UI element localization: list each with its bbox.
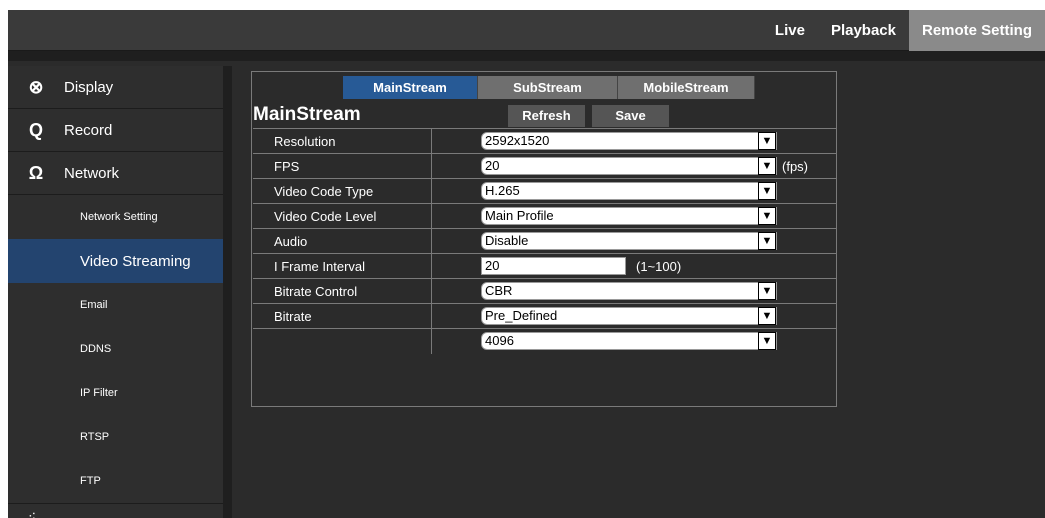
bitrate-control-select[interactable]: CBR ▼ (481, 282, 777, 300)
audio-select[interactable]: Disable ▼ (481, 232, 777, 250)
video-code-level-label: Video Code Level (274, 209, 377, 224)
sidebar-item-video-streaming[interactable]: Video Streaming (8, 239, 223, 283)
nav-remote-setting[interactable]: Remote Setting (908, 10, 1045, 51)
chevron-down-icon[interactable]: ▼ (758, 232, 776, 250)
sidebar-item-record[interactable]: Q Record (8, 109, 223, 152)
resolution-label: Resolution (274, 134, 336, 149)
table-row: Bitrate Control CBR ▼ (253, 278, 837, 304)
sidebar-item-ftp[interactable]: FTP (8, 459, 223, 503)
top-bar: Live Playback Remote Setting (8, 10, 1045, 51)
save-button[interactable]: Save (592, 105, 669, 127)
chevron-down-icon[interactable]: ▼ (758, 182, 776, 200)
bitrate-mode-value: Pre_Defined (485, 308, 558, 323)
stream-tabs: MainStream SubStream MobileStream (343, 76, 755, 99)
search-icon: Q (28, 119, 43, 140)
app-window: Live Playback Remote Setting ⊗ Display Q… (8, 10, 1045, 518)
sidebar-item-label: Record (64, 121, 113, 139)
tab-mainstream[interactable]: MainStream (343, 76, 478, 99)
sidebar-item-display[interactable]: ⊗ Display (8, 66, 223, 109)
top-nav: Live Playback Remote Setting (762, 10, 1045, 51)
i-frame-interval-input[interactable]: 20 (481, 257, 626, 275)
nav-playback[interactable]: Playback (818, 10, 909, 51)
audio-value: Disable (485, 233, 529, 248)
table-row: I Frame Interval 20 (1~100) (253, 253, 837, 279)
sidebar-item-rtsp[interactable]: RTSP (8, 415, 223, 459)
system-icon: ⁖ (28, 508, 37, 518)
nav-live[interactable]: Live (762, 10, 818, 51)
chevron-down-icon[interactable]: ▼ (758, 332, 776, 350)
bitrate-control-value: CBR (485, 283, 513, 298)
table-row: Resolution 2592x1520 ▼ (253, 128, 837, 154)
resolution-select[interactable]: 2592x1520 ▼ (481, 132, 777, 150)
refresh-button[interactable]: Refresh (508, 105, 585, 127)
video-code-type-select[interactable]: H.265 ▼ (481, 182, 777, 200)
audio-label: Audio (274, 234, 308, 249)
stream-settings-panel: MainStream SubStream MobileStream MainSt… (251, 71, 837, 407)
sidebar-item-network-setting[interactable]: Network Setting (8, 195, 223, 239)
bitrate-control-label: Bitrate Control (274, 284, 358, 299)
table-row: Video Code Type H.265 ▼ (253, 178, 837, 204)
column-divider (431, 129, 432, 154)
table-row: Video Code Level Main Profile ▼ (253, 203, 837, 229)
column-divider (431, 329, 432, 354)
sidebar-item-label: Network (64, 164, 120, 182)
top-divider (8, 51, 1045, 61)
sidebar-item-label: Display (64, 78, 114, 96)
chevron-down-icon[interactable]: ▼ (758, 157, 776, 175)
sidebar-item-partial[interactable]: ⁖ (8, 503, 223, 518)
table-row: Audio Disable ▼ (253, 228, 837, 254)
sidebar-item-email[interactable]: Email (8, 283, 223, 327)
fps-label: FPS (274, 159, 300, 174)
sidebar: ⊗ Display Q Record Ω Network Network Set… (8, 66, 223, 518)
tab-mobilestream[interactable]: MobileStream (618, 76, 755, 99)
i-frame-interval-label: I Frame Interval (274, 259, 366, 274)
table-row: Bitrate Pre_Defined ▼ (253, 303, 837, 329)
bitrate-value: 4096 (485, 333, 514, 348)
column-divider (431, 154, 432, 179)
fps-select[interactable]: 20 ▼ (481, 157, 777, 175)
i-frame-interval-range: (1~100) (636, 259, 682, 274)
section-title: MainStream (253, 104, 361, 125)
network-icon: Ω (28, 162, 44, 183)
video-code-level-select[interactable]: Main Profile ▼ (481, 207, 777, 225)
section-header: MainStream Refresh Save (253, 104, 837, 128)
table-row: 4096 ▼ (253, 328, 837, 354)
fps-value: 20 (485, 158, 500, 173)
resolution-value: 2592x1520 (485, 133, 550, 148)
video-code-type-value: H.265 (485, 183, 520, 198)
column-divider (431, 279, 432, 304)
column-divider (431, 204, 432, 229)
chevron-down-icon[interactable]: ▼ (758, 307, 776, 325)
sidebar-item-ip-filter[interactable]: IP Filter (8, 371, 223, 415)
column-divider (431, 254, 432, 279)
settings-table: Resolution 2592x1520 ▼ FPS 20 ▼ (fps) Vide… (253, 128, 837, 354)
fps-unit: (fps) (782, 159, 808, 174)
bitrate-mode-select[interactable]: Pre_Defined ▼ (481, 307, 777, 325)
bitrate-value-select[interactable]: 4096 ▼ (481, 332, 777, 350)
chevron-down-icon[interactable]: ▼ (758, 132, 776, 150)
chevron-down-icon[interactable]: ▼ (758, 282, 776, 300)
column-divider (431, 304, 432, 329)
column-divider (431, 179, 432, 204)
sidebar-item-ddns[interactable]: DDNS (8, 327, 223, 371)
video-code-level-value: Main Profile (485, 208, 554, 223)
chevron-down-icon[interactable]: ▼ (758, 207, 776, 225)
display-icon: ⊗ (28, 76, 44, 97)
column-divider (431, 229, 432, 254)
sidebar-divider (223, 66, 232, 518)
bitrate-label: Bitrate (274, 309, 312, 324)
table-row: FPS 20 ▼ (fps) (253, 153, 837, 179)
tab-substream[interactable]: SubStream (478, 76, 618, 99)
sidebar-item-network[interactable]: Ω Network (8, 152, 223, 195)
video-code-type-label: Video Code Type (274, 184, 374, 199)
